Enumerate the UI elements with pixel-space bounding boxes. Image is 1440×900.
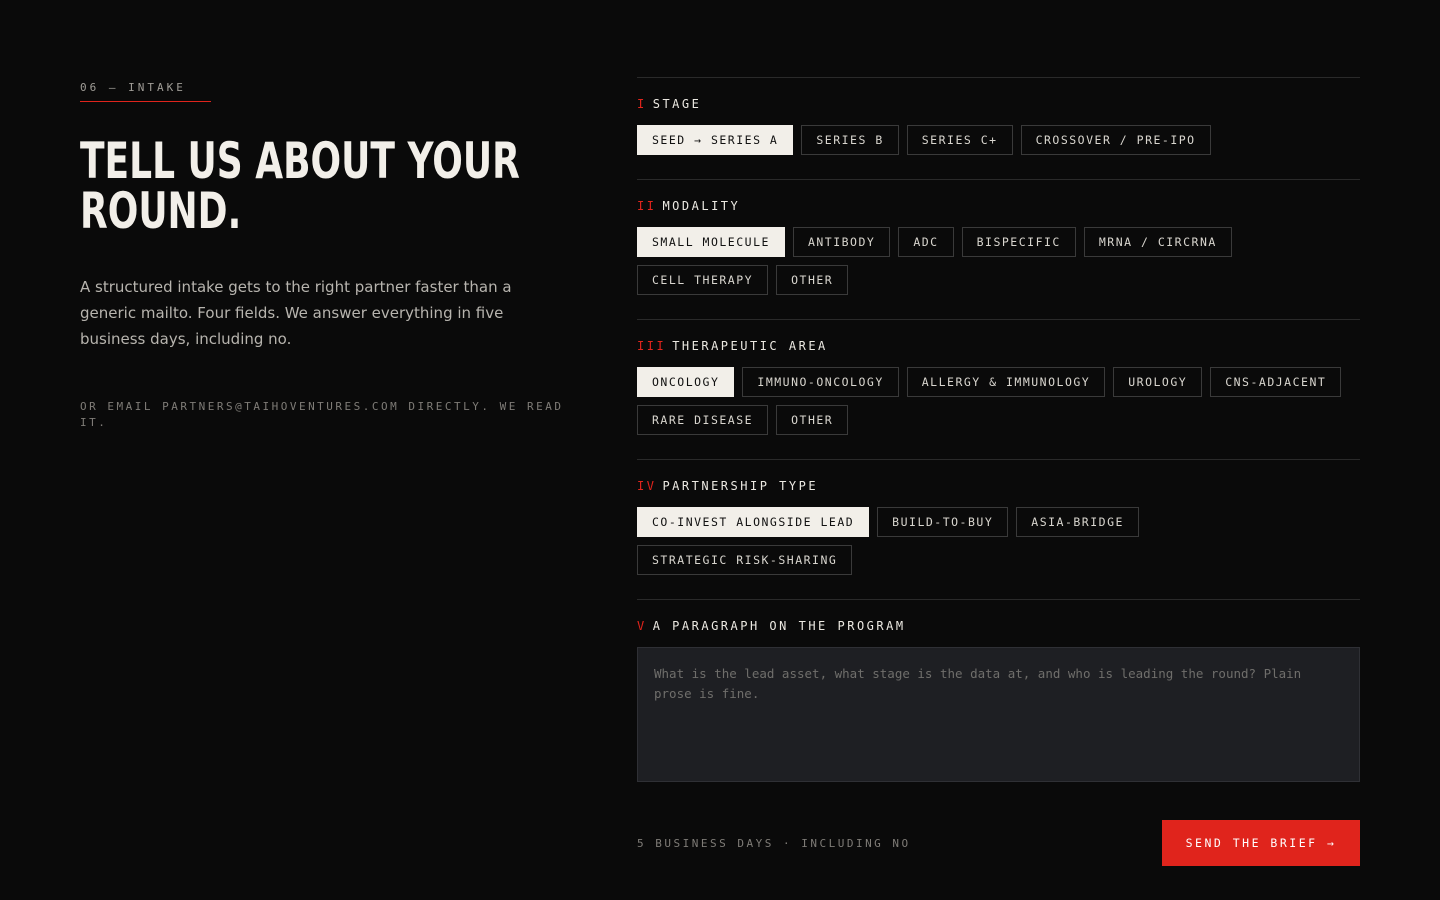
option-chip[interactable]: ANTIBODY — [792, 227, 891, 257]
section-eyebrow: 06 — INTAKE — [80, 81, 211, 102]
option-chip[interactable]: MRNA / CIRCRNA — [1083, 227, 1232, 257]
section-title-label: THERAPEUTIC AREA — [672, 339, 828, 353]
option-chip[interactable]: IMMUNO-ONCOLOGY — [742, 367, 899, 397]
option-chip[interactable]: ALLERGY & IMMUNOLOGY — [906, 367, 1106, 397]
section-title: IV PARTNERSHIP TYPE — [637, 479, 1360, 493]
option-chip[interactable]: OTHER — [776, 405, 849, 435]
option-chip[interactable]: CNS-ADJACENT — [1210, 367, 1342, 397]
modality-options: SMALL MOLECULE ANTIBODY ADC BISPECIFIC MRNA … — [637, 227, 1360, 295]
page-title-line-2: ROUND. — [80, 182, 242, 240]
option-chip[interactable]: ASIA-BRIDGE — [1016, 507, 1139, 537]
option-chip[interactable]: CROSSOVER / PRE-IPO — [1020, 125, 1211, 155]
section-title-label: STAGE — [652, 97, 702, 111]
option-chip[interactable]: BISPECIFIC — [961, 227, 1076, 257]
intro-paragraph: A structured intake gets to the right pa… — [80, 278, 512, 348]
section-numeral: IV — [637, 479, 657, 493]
email-note: OR EMAIL PARTNERS@TAIHOVENTURES.COM DIRE… — [80, 400, 564, 429]
paragraph-section: V A PARAGRAPH ON THE PROGRAM — [637, 599, 1360, 782]
intro-panel: 06 — INTAKE TELL US ABOUT YOUR ROUND. A … — [80, 78, 570, 431]
modality-section: II MODALITY SMALL MOLECULE ANTIBODY ADC BISP… — [637, 179, 1360, 319]
option-chip[interactable]: RARE DISEASE — [637, 405, 769, 435]
page-title: TELL US ABOUT YOUR ROUND. — [80, 136, 526, 236]
option-chip[interactable]: CELL THERAPY — [637, 265, 769, 295]
program-paragraph-input[interactable] — [637, 647, 1360, 782]
section-numeral: III — [637, 339, 667, 353]
option-chip[interactable]: STRATEGIC RISK-SHARING — [637, 545, 853, 575]
option-chip[interactable]: UROLOGY — [1113, 367, 1203, 397]
stage-section: I STAGE SEED → SERIES A SERIES B SERIES C+ C… — [637, 77, 1360, 179]
partnership-type-options: CO-INVEST ALONGSIDE LEAD BUILD-TO-BUY ASIA… — [637, 507, 1360, 575]
form-footer: 5 BUSINESS DAYS · INCLUDING NO SEND THE … — [637, 820, 1360, 866]
option-chip[interactable]: BUILD-TO-BUY — [877, 507, 1009, 537]
section-numeral: V — [637, 619, 647, 633]
section-title: I STAGE — [637, 97, 1360, 111]
section-numeral: I — [637, 97, 647, 111]
option-chip[interactable]: SMALL MOLECULE — [637, 227, 785, 257]
option-chip[interactable]: SERIES C+ — [906, 125, 1013, 155]
intake-form: I STAGE SEED → SERIES A SERIES B SERIES C+ C… — [637, 77, 1360, 866]
section-numeral: II — [637, 199, 657, 213]
section-title-label: A PARAGRAPH ON THE PROGRAM — [652, 619, 906, 633]
option-chip[interactable]: SERIES B — [801, 125, 899, 155]
option-chip[interactable]: ADC — [898, 227, 954, 257]
section-title-label: MODALITY — [662, 199, 741, 213]
option-chip[interactable]: ONCOLOGY — [637, 367, 735, 397]
response-time-note: 5 BUSINESS DAYS · INCLUDING NO — [637, 836, 911, 850]
option-chip[interactable]: SEED → SERIES A — [637, 125, 794, 155]
partnership-type-section: IV PARTNERSHIP TYPE CO-INVEST ALONGSIDE L… — [637, 459, 1360, 599]
send-brief-button[interactable]: SEND THE BRIEF → — [1162, 820, 1360, 866]
therapeutic-area-section: III THERAPEUTIC AREA ONCOLOGY IMMUNO-ONCOL… — [637, 319, 1360, 459]
section-title: V A PARAGRAPH ON THE PROGRAM — [637, 619, 1360, 633]
section-title: II MODALITY — [637, 199, 1360, 213]
therapeutic-area-options: ONCOLOGY IMMUNO-ONCOLOGY ALLERGY & IMMUNOL… — [637, 367, 1360, 435]
section-title-label: PARTNERSHIP TYPE — [662, 479, 819, 493]
section-title: III THERAPEUTIC AREA — [637, 339, 1360, 353]
option-chip[interactable]: CO-INVEST ALONGSIDE LEAD — [637, 507, 870, 537]
stage-options: SEED → SERIES A SERIES B SERIES C+ CROSSOVE… — [637, 125, 1360, 155]
option-chip[interactable]: OTHER — [776, 265, 849, 295]
